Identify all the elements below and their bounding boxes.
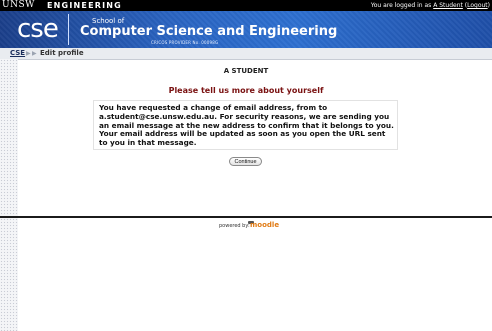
- cse-logo[interactable]: cse: [17, 13, 65, 45]
- breadcrumb: CSE ▶ ▶ Edit profile: [0, 48, 492, 60]
- breadcrumb-current: Edit profile: [40, 49, 84, 57]
- user-profile-link[interactable]: A Student: [433, 2, 463, 9]
- left-decorative-strip: [0, 59, 18, 331]
- top-bar: UNSW ENGINEERING You are logged in as A …: [0, 0, 492, 11]
- email-change-message: You have requested a change of email add…: [99, 103, 394, 148]
- cricos-label: CRICOS PROVIDER No. 00098G: [151, 40, 219, 45]
- logged-in-prefix: You are logged in as: [370, 2, 432, 9]
- continue-button[interactable]: Continue: [229, 157, 262, 166]
- login-info: You are logged in as A Student (Logout): [370, 2, 490, 9]
- breadcrumb-arrow-icon: ▶: [32, 50, 37, 57]
- page-heading: Please tell us more about yourself: [168, 86, 324, 95]
- logout-link[interactable]: Logout: [467, 2, 488, 9]
- school-title: Computer Science and Engineering: [80, 24, 338, 39]
- footer-divider: [0, 216, 492, 218]
- message-box: You have requested a change of email add…: [93, 100, 398, 150]
- unsw-logo[interactable]: UNSW: [2, 0, 35, 11]
- engineering-logo[interactable]: ENGINEERING: [47, 0, 122, 11]
- breadcrumb-arrow-icon: ▶: [26, 50, 31, 57]
- powered-by-label: powered by:: [219, 223, 250, 229]
- student-name: A STUDENT: [223, 67, 269, 75]
- breadcrumb-home-link[interactable]: CSE: [10, 49, 25, 58]
- moodle-logo-link[interactable]: moodle: [250, 220, 279, 230]
- banner-divider: [68, 14, 69, 45]
